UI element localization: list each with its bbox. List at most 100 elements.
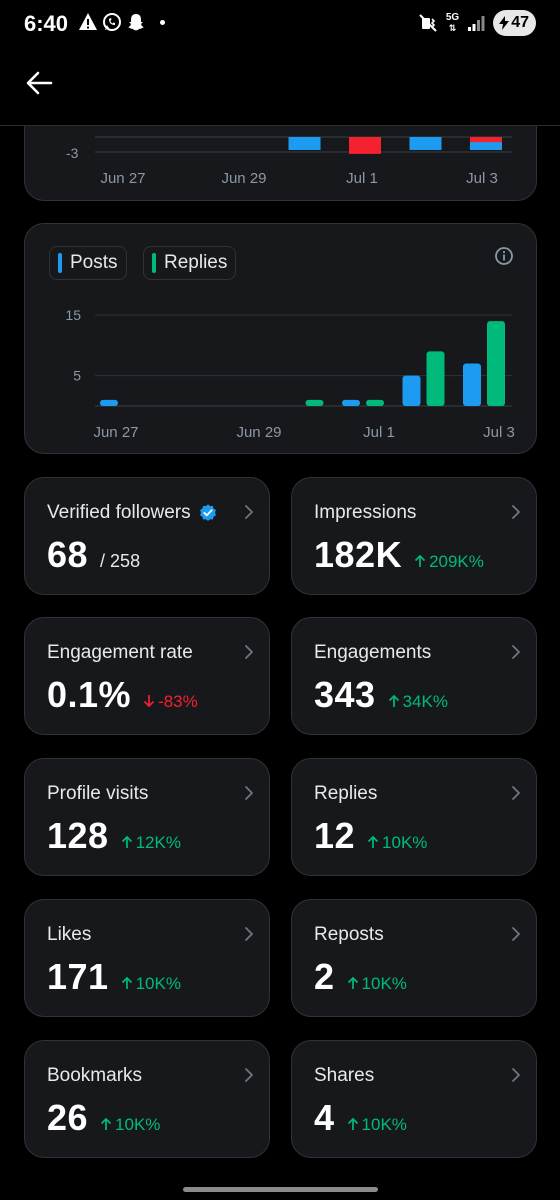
more-notifications-dot: [160, 19, 165, 25]
stat-change-value: 10K%: [361, 974, 407, 993]
y-tick-label: 5: [73, 368, 81, 384]
stat-value-row: 26 10K%: [47, 1097, 160, 1139]
stat-value: 68: [47, 534, 89, 575]
stat-change: -83%: [143, 692, 198, 712]
stat-change: 34K%: [388, 692, 448, 712]
network-type-label: 5G: [445, 12, 460, 23]
chart-bar: [349, 137, 381, 154]
posts-replies-chart: 15 5 Jun 27 Jun 29 Jul 1 Jul 3: [65, 307, 514, 441]
signal-icon: [468, 16, 485, 31]
stat-card-reposts[interactable]: Reposts 2 10K%: [291, 899, 537, 1017]
stat-card-profile-visits[interactable]: Profile visits 128 12K%: [24, 758, 270, 876]
stat-value-row: 4 10K%: [314, 1097, 407, 1139]
stat-change-value: 12K%: [135, 833, 181, 852]
header-divider: [0, 125, 560, 126]
x-tick-label: Jul 1: [346, 170, 378, 187]
back-button[interactable]: [22, 66, 56, 100]
chevron-right-icon: [512, 505, 520, 519]
stat-card-impressions[interactable]: Impressions 182K 209K%: [291, 477, 537, 595]
stat-label-text: Reposts: [314, 924, 384, 945]
chart-bar: [470, 137, 502, 143]
chart-bar: [288, 137, 321, 150]
stat-label: Replies: [314, 783, 377, 805]
stat-label-text: Bookmarks: [47, 1065, 143, 1086]
x-tick-label: Jun 27: [100, 170, 145, 187]
chart-bar-posts: [342, 399, 360, 406]
chart-bar-replies: [426, 351, 445, 406]
status-bar: 6:40 5G ⇅ 47: [0, 0, 560, 50]
chevron-right-icon: [512, 1068, 520, 1082]
stat-label: Likes: [47, 924, 91, 946]
stat-label-text: Replies: [314, 783, 378, 804]
stat-label: Shares: [314, 1065, 374, 1087]
stat-change-value: -83%: [158, 692, 198, 711]
arrow-up-icon: [367, 835, 379, 848]
chevron-right-icon: [245, 645, 253, 659]
stat-card-shares[interactable]: Shares 4 10K%: [291, 1040, 537, 1158]
battery-level: 47: [511, 14, 529, 31]
chevron-right-icon: [512, 645, 520, 659]
verified-badge-icon: [199, 504, 216, 521]
battery-indicator: 47: [493, 10, 536, 36]
stat-label: Bookmarks: [47, 1065, 142, 1087]
stat-label-text: Impressions: [314, 502, 417, 523]
posts-replies-chart-card: Posts Replies 15 5 Jun 27 Jun 29 Jul 1 Jul 3: [24, 223, 537, 454]
stat-label: Engagements: [314, 642, 431, 664]
chevron-right-icon: [245, 1068, 253, 1082]
stat-card-engagements[interactable]: Engagements 343 34K%: [291, 617, 537, 735]
stat-label-text: Engagement rate: [47, 642, 193, 663]
stat-label-text: Shares: [314, 1065, 375, 1086]
stat-card-replies[interactable]: Replies 12 10K%: [291, 758, 537, 876]
stat-label-text: Profile visits: [47, 783, 149, 804]
arrow-down-icon: [143, 695, 155, 708]
arrow-up-icon: [121, 835, 132, 848]
y-tick-label: -3: [66, 145, 79, 161]
stat-value-row: 171 10K%: [47, 956, 181, 998]
stat-label: Engagement rate: [47, 642, 193, 664]
stat-value: 171: [47, 956, 109, 997]
stat-label-text: Verified followers: [47, 502, 191, 523]
stat-change: 10K%: [100, 1115, 160, 1135]
stat-change: 10K%: [367, 833, 427, 853]
arrow-up-icon: [414, 554, 426, 567]
x-tick-label: Jul 3: [466, 170, 498, 187]
system-icons: 5G ⇅ 47: [418, 10, 536, 36]
stat-change-value: 10K%: [135, 974, 181, 993]
stat-change-value: 10K%: [382, 833, 428, 852]
stat-value-row: 68 / 258: [47, 534, 140, 576]
x-tick-label: Jun 29: [236, 424, 281, 441]
chevron-right-icon: [512, 786, 520, 800]
network-type-icon: 5G ⇅: [445, 12, 460, 34]
clock: 6:40: [24, 11, 69, 36]
chevron-right-icon: [245, 786, 253, 800]
vibrate-mute-icon: [419, 14, 437, 32]
stat-change: 10K%: [121, 974, 181, 994]
snapchat-icon: [128, 14, 144, 31]
stat-label: Reposts: [314, 924, 384, 946]
chevron-right-icon: [245, 505, 253, 519]
chart-bar: [409, 137, 442, 150]
stat-card-bookmarks[interactable]: Bookmarks 26 10K%: [24, 1040, 270, 1158]
charging-icon: [499, 16, 510, 30]
stat-value: 182K: [314, 534, 403, 575]
home-indicator[interactable]: [183, 1187, 378, 1192]
arrow-up-icon: [388, 694, 399, 707]
stat-card-verified-followers[interactable]: Verified followers 68 / 258: [24, 477, 270, 595]
stat-label-text: Engagements: [314, 642, 432, 663]
arrow-left-icon: [26, 71, 53, 95]
chart-bar-posts: [402, 375, 421, 406]
stat-card-likes[interactable]: Likes 171 10K%: [24, 899, 270, 1017]
stat-value: 26: [47, 1097, 89, 1138]
stat-change-value: 10K%: [361, 1115, 407, 1134]
stat-change: 10K%: [347, 974, 407, 994]
stat-card-engagement-rate[interactable]: Engagement rate 0.1% -83%: [24, 617, 270, 735]
stat-value: 12: [314, 815, 356, 856]
stat-value: 2: [314, 956, 335, 997]
stat-value-row: 182K 209K%: [314, 534, 484, 576]
stat-change-value: 209K%: [429, 552, 484, 571]
stat-change: 12K%: [121, 833, 181, 853]
stat-value-row: 12 10K%: [314, 815, 427, 857]
stat-label: Profile visits: [47, 783, 148, 805]
chart-bar-replies: [305, 399, 324, 406]
warning-icon: [79, 13, 97, 30]
